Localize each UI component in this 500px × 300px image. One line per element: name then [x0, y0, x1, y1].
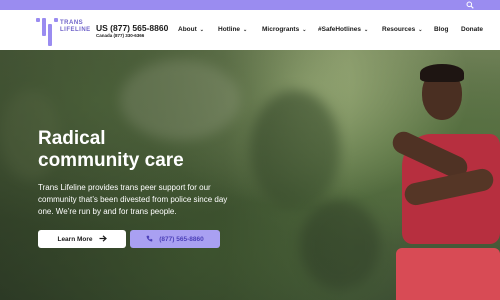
hero-title-line1: Radical — [38, 128, 106, 149]
hero-section — [0, 50, 500, 300]
learn-more-button[interactable]: Learn More — [38, 230, 126, 248]
site-header: TRANS LIFELINE US (877) 565-8860 Canada … — [0, 10, 500, 50]
nav-item-microgrants[interactable]: Microgrants ⌄ — [262, 25, 306, 35]
logo-text-line2: LIFELINE — [60, 27, 91, 33]
logo-mark-icon — [36, 16, 58, 46]
chevron-down-icon: ⌄ — [418, 27, 423, 33]
trans-lifeline-logo[interactable]: TRANS LIFELINE — [36, 16, 92, 46]
nav-label: Blog — [434, 26, 449, 33]
nav-label: Microgrants — [262, 26, 300, 33]
call-button-label: (877) 565-8860 — [159, 235, 204, 243]
arrow-right-icon — [99, 234, 107, 244]
nav-label: About — [178, 26, 197, 33]
nav-label: Resources — [382, 26, 416, 33]
learn-more-label: Learn More — [57, 235, 93, 243]
nav-item-hotline[interactable]: Hotline ⌄ — [218, 25, 247, 35]
chevron-down-icon: ⌄ — [243, 27, 248, 33]
nav-item-blog[interactable]: Blog — [434, 25, 448, 34]
phone-canada-link[interactable]: Canada (877) 330-6366 — [96, 33, 144, 39]
hero-description: Trans Lifeline provides trans peer suppo… — [38, 183, 228, 216]
phone-icon — [146, 235, 153, 244]
logo-text-line1: TRANS — [60, 20, 84, 26]
hero-photo-person — [389, 64, 500, 300]
nav-item-resources[interactable]: Resources ⌄ — [382, 25, 422, 35]
phone-us-link[interactable]: US (877) 565-8860 — [96, 23, 168, 33]
nav-item-safehotlines[interactable]: #SafeHotlines ⌄ — [318, 25, 368, 35]
nav-label: #SafeHotlines — [318, 26, 361, 33]
chevron-down-icon: ⌄ — [302, 27, 307, 33]
nav-label: Hotline — [218, 26, 241, 33]
hero-title-line2: community care — [38, 150, 184, 171]
nav-item-donate[interactable]: Donate — [461, 25, 483, 34]
call-hotline-button[interactable]: (877) 565-8860 — [130, 230, 220, 248]
top-utility-bar — [0, 0, 500, 10]
chevron-down-icon: ⌄ — [364, 27, 369, 33]
nav-item-about[interactable]: About ⌄ — [178, 25, 204, 35]
nav-label: Donate — [461, 26, 484, 33]
chevron-down-icon: ⌄ — [199, 27, 204, 33]
